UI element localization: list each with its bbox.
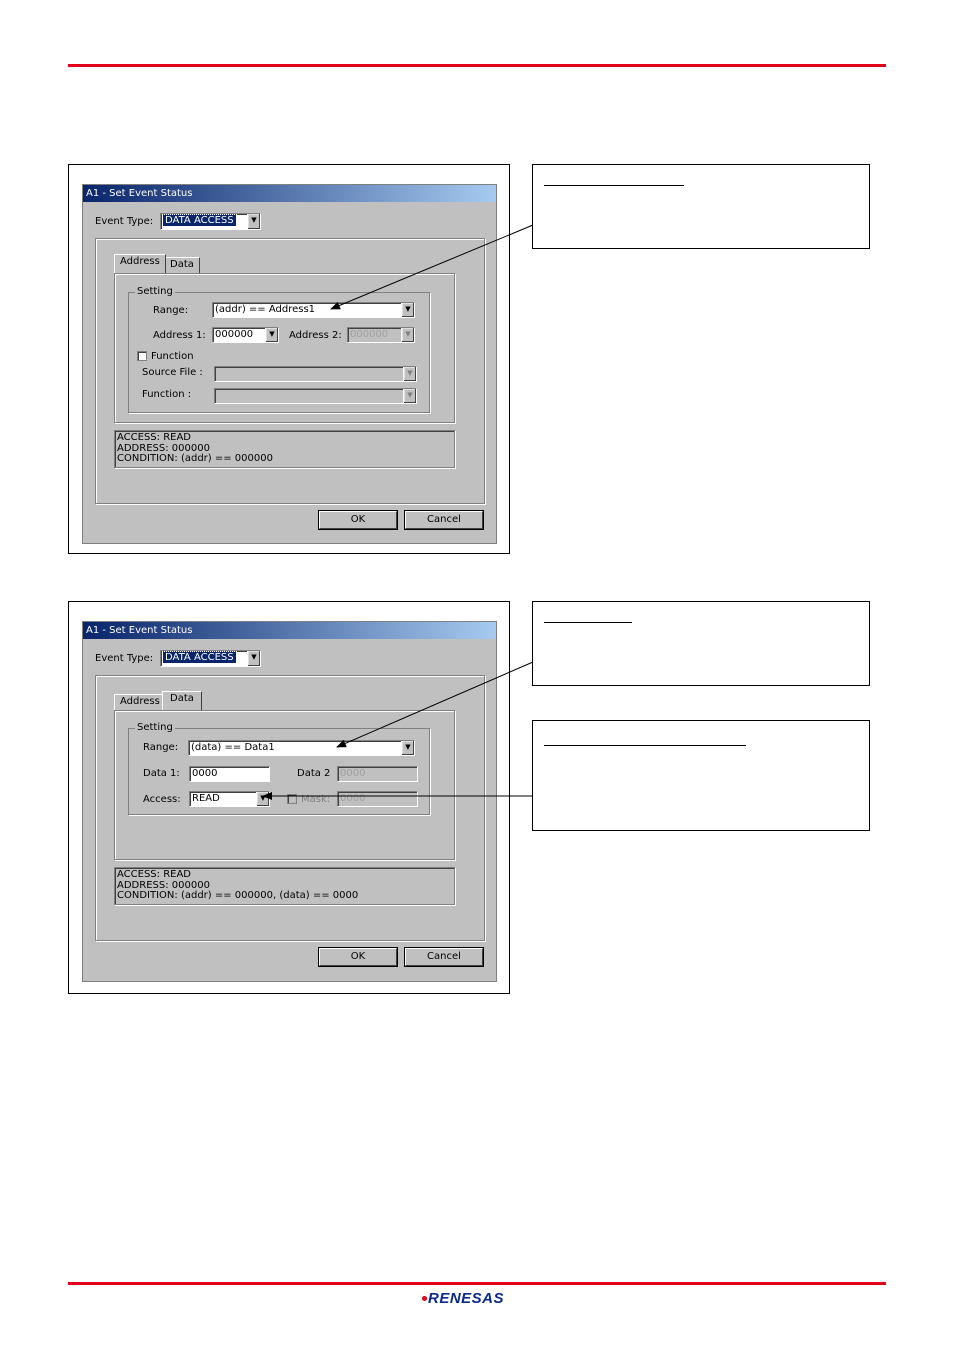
tab-data[interactable]: Data: [162, 691, 202, 710]
callout-arrow-data-range: [336, 661, 534, 748]
logo-text: RENESAS: [428, 1290, 505, 1307]
callout-arrows: [262, 224, 534, 800]
logo-dot-icon: [422, 1296, 427, 1301]
footer-rule: [68, 1282, 886, 1285]
callout-arrow-range: [330, 224, 534, 310]
tab-address[interactable]: Address: [114, 254, 166, 273]
renesas-logo: RENESAS: [422, 1290, 504, 1307]
